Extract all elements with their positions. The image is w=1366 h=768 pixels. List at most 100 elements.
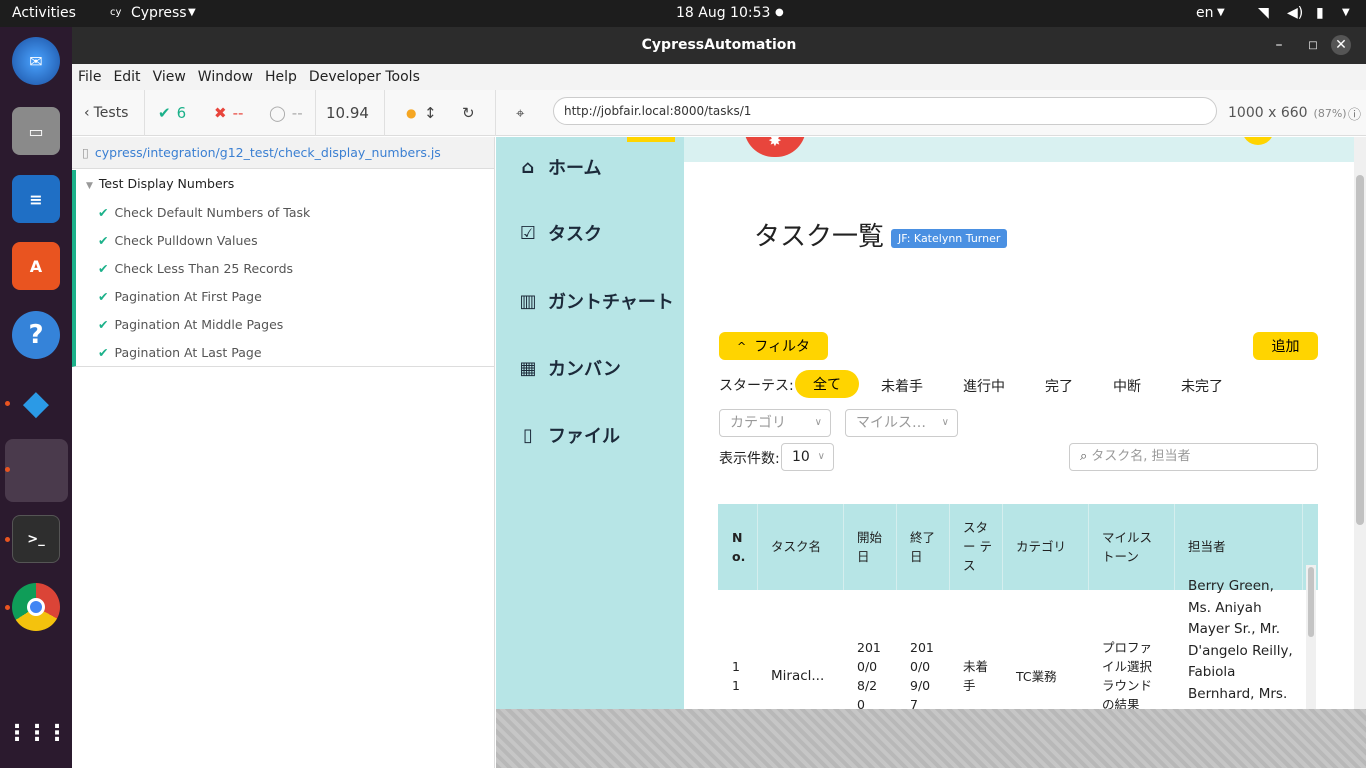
menu-help[interactable]: Help xyxy=(265,69,297,85)
test-row[interactable]: ✔ Check Pulldown Values xyxy=(98,233,258,248)
close-icon[interactable]: ✕ xyxy=(1331,35,1351,55)
battery-icon[interactable]: ▮ xyxy=(1316,5,1324,21)
menu-view[interactable]: View xyxy=(153,69,186,85)
software-icon[interactable]: A xyxy=(12,242,60,290)
table-scrollbar[interactable] xyxy=(1306,565,1316,709)
avatar[interactable] xyxy=(1242,137,1274,145)
col-no[interactable]: N o. xyxy=(732,528,745,566)
test-label: Pagination At Middle Pages xyxy=(114,317,284,332)
category-placeholder: カテゴリ xyxy=(730,415,786,431)
tests-back-button[interactable]: ‹ Tests xyxy=(84,90,128,136)
milestone-placeholder: マイルス… xyxy=(856,415,926,431)
window-titlebar: CypressAutomation – □ ✕ xyxy=(72,27,1366,64)
file-icon: ▯ xyxy=(82,145,89,160)
test-row[interactable]: ✔ Pagination At First Page xyxy=(98,289,262,304)
chevron-down-icon: ▼ xyxy=(1217,7,1225,18)
menu-bar: File Edit View Window Help Developer Too… xyxy=(72,64,1366,90)
thunderbird-icon[interactable]: ✉ xyxy=(12,37,60,85)
help-icon[interactable]: ? xyxy=(12,311,60,359)
dock: ✉ ▭ ≡ A ? ◆ >_ ⋮⋮⋮ xyxy=(0,27,72,768)
terminal-icon[interactable]: >_ xyxy=(12,515,60,563)
test-suite: ▼ Test Display Numbers ✔ Check Default Num… xyxy=(72,170,495,367)
autoscroll-icon[interactable]: ↕ xyxy=(424,90,437,136)
col-status[interactable]: スター テス xyxy=(963,518,993,575)
milestone-select[interactable]: マイルス… ∨ xyxy=(845,409,958,437)
search-input[interactable]: ⌕ タスク名, 担当者 xyxy=(1069,443,1318,471)
per-page-select[interactable]: 10 ∨ xyxy=(781,443,834,471)
cell-no: 1 1 xyxy=(732,659,740,693)
task-list-content: タスク一覧 JF: Katelynn Turner ^ フィルタ 追加 スターテス… xyxy=(684,162,1354,709)
menu-window[interactable]: Window xyxy=(198,69,253,85)
per-page-label: 表示件数: xyxy=(719,451,780,467)
reload-icon[interactable]: ↻ xyxy=(462,90,475,136)
category-select[interactable]: カテゴリ ∨ xyxy=(719,409,831,437)
col-start-date[interactable]: 開始 日 xyxy=(857,528,885,566)
show-applications-icon[interactable]: ⋮⋮⋮ xyxy=(6,709,68,757)
chevron-down-icon: ▼ xyxy=(1342,7,1350,18)
nav-home[interactable]: ⌂ ホーム xyxy=(516,154,602,180)
test-row[interactable]: ✔ Pagination At Last Page xyxy=(98,345,262,360)
test-label: Check Pulldown Values xyxy=(114,233,258,248)
sidebar-accent xyxy=(627,137,675,142)
app-menu-button[interactable]: Cypress xyxy=(131,5,187,21)
vscode-icon[interactable]: ◆ xyxy=(12,379,60,427)
language-indicator[interactable]: en xyxy=(1196,5,1214,21)
wifi-icon[interactable]: ◥ xyxy=(1258,5,1269,21)
cypress-dock-icon[interactable] xyxy=(5,439,68,502)
col-task-name[interactable]: タスク名 xyxy=(771,537,821,556)
col-category[interactable]: カテゴリ xyxy=(1016,537,1066,556)
nav-label: タスク xyxy=(548,224,602,245)
nav-files[interactable]: ▯ ファイル xyxy=(516,422,620,448)
test-row[interactable]: ✔ Check Default Numbers of Task xyxy=(98,205,310,220)
cell-task-name[interactable]: Miracl... xyxy=(771,667,824,686)
chevron-down-icon: ∨ xyxy=(814,417,822,428)
add-button[interactable]: 追加 xyxy=(1253,332,1318,360)
info-icon[interactable]: ⓘ xyxy=(1348,90,1361,136)
menu-file[interactable]: File xyxy=(78,69,101,85)
test-label: Check Less Than 25 Records xyxy=(114,261,294,276)
activities-button[interactable]: Activities xyxy=(12,5,76,21)
menu-edit[interactable]: Edit xyxy=(113,69,140,85)
spec-path[interactable]: ▯ cypress/integration/g12_test/check_disp… xyxy=(72,137,494,169)
app-preview: ⌂ ホーム ☑ タスク ▥ ガントチャート ▦ カンバン ▯ ファイル ✸ タスク一覧 J… xyxy=(496,137,1366,709)
minimize-icon[interactable]: – xyxy=(1264,27,1294,64)
volume-icon[interactable]: ◀) xyxy=(1287,5,1303,21)
status-incomplete-tab[interactable]: 未完了 xyxy=(1181,376,1223,396)
status-suspended-tab[interactable]: 中断 xyxy=(1113,376,1141,396)
selector-playground-icon[interactable]: ⌖ xyxy=(516,90,524,136)
cell-milestone: プロファ イル選択 ラウンド の結果 xyxy=(1102,640,1153,709)
nav-gantt[interactable]: ▥ ガントチャート xyxy=(516,288,673,314)
files-icon[interactable]: ▭ xyxy=(12,107,60,155)
test-row[interactable]: ✔ Check Less Than 25 Records xyxy=(98,261,293,276)
caret-down-icon: ▼ xyxy=(86,181,93,191)
viewport-label: 1000 x 660 xyxy=(1228,105,1308,121)
status-all-tab[interactable]: 全て xyxy=(795,370,859,398)
url-bar[interactable]: http://jobfair.local:8000/tasks/1 xyxy=(553,97,1217,125)
col-end-date[interactable]: 終了 日 xyxy=(910,528,938,566)
pending-label: -- xyxy=(291,104,303,122)
status-in-progress-tab[interactable]: 進行中 xyxy=(963,376,1005,396)
cypress-window: CypressAutomation – □ ✕ File Edit View W… xyxy=(72,27,1366,768)
col-assignee[interactable]: 担当者 xyxy=(1188,537,1226,556)
writer-icon[interactable]: ≡ xyxy=(12,175,60,223)
chrome-icon[interactable] xyxy=(12,583,60,631)
suite-title[interactable]: ▼ Test Display Numbers xyxy=(86,176,234,191)
viewport-size: 1000 x 660 (87%) xyxy=(1228,90,1347,136)
app-sidebar: ⌂ ホーム ☑ タスク ▥ ガントチャート ▦ カンバン ▯ ファイル xyxy=(496,137,684,709)
preview-scrollbar[interactable] xyxy=(1354,137,1366,709)
nav-tasks[interactable]: ☑ タスク xyxy=(516,220,602,246)
col-milestone[interactable]: マイルス トーン xyxy=(1102,528,1158,566)
test-row[interactable]: ✔ Pagination At Middle Pages xyxy=(98,317,283,332)
menu-developer-tools[interactable]: Developer Tools xyxy=(309,69,420,85)
nav-kanban[interactable]: ▦ カンバン xyxy=(516,355,620,381)
system-top-bar: Activities cy Cypress ▼ 18 Aug 10:53 ● e… xyxy=(0,0,1366,27)
passed-label: 6 xyxy=(176,104,187,122)
status-done-tab[interactable]: 完了 xyxy=(1045,376,1073,396)
maximize-icon[interactable]: □ xyxy=(1298,27,1328,64)
chevron-left-icon: ‹ xyxy=(84,105,90,121)
running-status-icon: ● xyxy=(406,106,417,120)
clock[interactable]: 18 Aug 10:53 xyxy=(676,5,770,21)
preview-empty-area xyxy=(496,709,1366,768)
filter-button[interactable]: ^ フィルタ xyxy=(719,332,828,360)
status-not-started-tab[interactable]: 未着手 xyxy=(881,376,923,396)
